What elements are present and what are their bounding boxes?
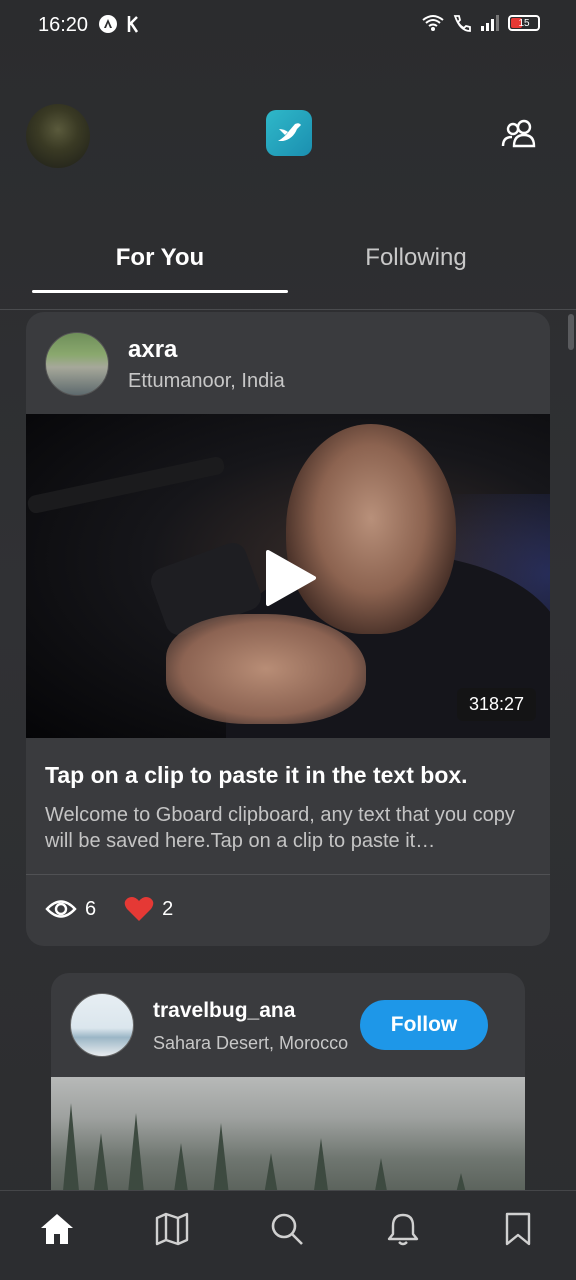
battery-level: 15 (518, 17, 530, 29)
avatar[interactable] (70, 993, 134, 1057)
wifi-icon (422, 15, 444, 31)
avatar[interactable] (45, 332, 109, 396)
likes-stat[interactable]: 2 (124, 896, 173, 922)
tab-following[interactable]: Following (288, 244, 544, 272)
views-stat: 6 (45, 898, 96, 921)
post-title: Tap on a clip to paste it in the text bo… (45, 762, 468, 788)
eye-icon (45, 900, 77, 918)
play-icon[interactable] (262, 548, 318, 608)
follow-button[interactable]: Follow (360, 1000, 488, 1050)
people-icon[interactable] (500, 118, 538, 150)
post-location: Ettumanoor, India (128, 370, 285, 392)
post-location: Sahara Desert, Morocco (153, 1033, 349, 1053)
feed-tabs: For You Following (0, 228, 576, 310)
post-card[interactable]: travelbug_ana Sahara Desert, Morocco Fol… (51, 973, 525, 1213)
post-stats: 6 2 (45, 896, 201, 922)
post-header: axra Ettumanoor, India (26, 312, 550, 414)
nav-map[interactable] (152, 1209, 192, 1249)
nav-home[interactable] (37, 1209, 77, 1249)
tab-indicator (32, 290, 288, 293)
nav-search[interactable] (267, 1209, 307, 1249)
heart-icon[interactable] (124, 896, 154, 922)
scrollbar[interactable] (568, 314, 574, 350)
battery-icon: 15 (508, 15, 540, 31)
post-username[interactable]: travelbug_ana (153, 999, 295, 1023)
divider (26, 874, 550, 875)
bottom-nav (0, 1190, 576, 1280)
post-description: Welcome to Gboard clipboard, any text th… (45, 804, 515, 852)
video-duration: 318:27 (456, 688, 536, 721)
tab-for-you[interactable]: For You (32, 244, 288, 272)
likes-count: 2 (162, 897, 174, 920)
app-notification-icon (99, 15, 117, 33)
map-icon[interactable] (154, 1212, 190, 1246)
post-card[interactable]: axra Ettumanoor, India 318:27 Tap on a c… (26, 312, 550, 946)
home-icon[interactable] (39, 1212, 75, 1246)
k-notification-icon (127, 16, 139, 33)
views-count: 6 (85, 897, 97, 920)
top-header (0, 100, 576, 172)
nav-notifications[interactable] (383, 1209, 423, 1249)
video-thumbnail[interactable]: 318:27 (26, 414, 550, 738)
nav-bookmarks[interactable] (498, 1209, 538, 1249)
bell-icon[interactable] (387, 1212, 419, 1246)
app-logo (266, 110, 312, 156)
signal-icon (481, 15, 499, 31)
profile-avatar[interactable] (26, 104, 90, 168)
bookmark-icon[interactable] (504, 1212, 532, 1246)
post-username[interactable]: axra (128, 336, 177, 364)
search-icon[interactable] (270, 1212, 304, 1246)
bird-logo-icon (278, 123, 301, 141)
call-icon (453, 15, 471, 32)
status-bar: 16:20 15 (0, 0, 576, 52)
status-time: 16:20 (38, 14, 89, 36)
